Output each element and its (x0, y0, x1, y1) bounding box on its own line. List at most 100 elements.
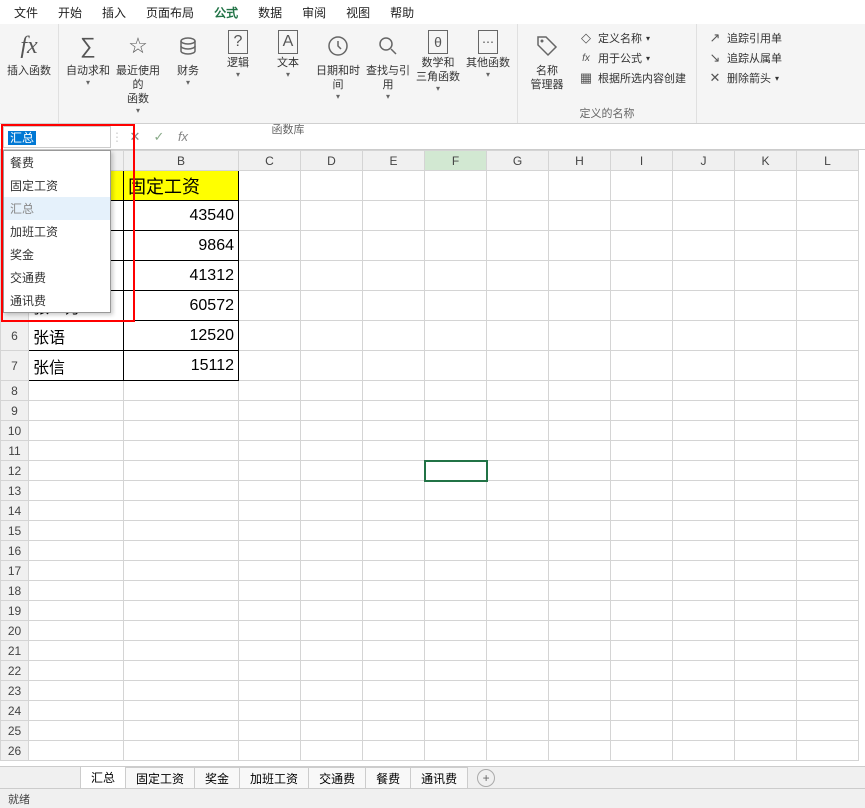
cell[interactable] (487, 661, 549, 681)
cell[interactable] (797, 421, 859, 441)
cell[interactable] (425, 681, 487, 701)
cell[interactable] (487, 461, 549, 481)
cell[interactable] (673, 231, 735, 261)
cell[interactable] (673, 681, 735, 701)
cell[interactable] (425, 501, 487, 521)
cell[interactable] (239, 501, 301, 521)
cell[interactable] (735, 681, 797, 701)
cell[interactable] (797, 701, 859, 721)
menu-item-视图[interactable]: 视图 (336, 1, 380, 24)
cell[interactable] (673, 261, 735, 291)
cell[interactable] (735, 321, 797, 351)
cell[interactable] (673, 351, 735, 381)
column-header[interactable]: L (797, 151, 859, 171)
cell[interactable] (673, 581, 735, 601)
cell[interactable] (425, 291, 487, 321)
cell[interactable] (735, 581, 797, 601)
cell[interactable] (611, 441, 673, 461)
cell[interactable] (301, 321, 363, 351)
cell[interactable] (239, 261, 301, 291)
sheet-tab[interactable]: 交通费 (308, 767, 366, 789)
cell[interactable] (124, 521, 239, 541)
remove-arrows-button[interactable]: ✕ 删除箭头 ▾ (707, 70, 782, 86)
cell[interactable] (549, 441, 611, 461)
cell[interactable] (363, 321, 425, 351)
cell[interactable] (301, 601, 363, 621)
column-header[interactable]: H (549, 151, 611, 171)
cell[interactable] (487, 231, 549, 261)
cell[interactable] (549, 421, 611, 441)
cell[interactable]: 固定工资 (124, 171, 239, 201)
cell[interactable] (487, 721, 549, 741)
cell[interactable] (301, 681, 363, 701)
cell[interactable] (549, 321, 611, 351)
financial-button[interactable]: 财务 ▾ (163, 26, 213, 119)
cell[interactable] (29, 441, 124, 461)
cell[interactable] (611, 481, 673, 501)
cell[interactable] (301, 581, 363, 601)
cell[interactable] (797, 321, 859, 351)
cell[interactable] (301, 261, 363, 291)
cell[interactable] (487, 201, 549, 231)
cell[interactable] (239, 521, 301, 541)
row-header[interactable]: 9 (1, 401, 29, 421)
cell[interactable] (239, 641, 301, 661)
cell[interactable] (301, 461, 363, 481)
cell[interactable] (487, 351, 549, 381)
cell[interactable] (549, 701, 611, 721)
cell[interactable] (549, 741, 611, 761)
cell[interactable] (301, 381, 363, 401)
cell[interactable] (29, 721, 124, 741)
cell[interactable] (673, 381, 735, 401)
row-header[interactable]: 10 (1, 421, 29, 441)
cancel-formula-button[interactable]: ✕ (123, 129, 147, 145)
menu-item-文件[interactable]: 文件 (4, 1, 48, 24)
cell[interactable] (797, 501, 859, 521)
cell[interactable] (797, 231, 859, 261)
cell[interactable] (735, 291, 797, 321)
column-header[interactable]: I (611, 151, 673, 171)
column-header[interactable]: G (487, 151, 549, 171)
cell[interactable] (239, 561, 301, 581)
cell[interactable] (239, 601, 301, 621)
dropdown-item[interactable]: 餐费 (4, 151, 110, 174)
cell[interactable] (425, 401, 487, 421)
cell[interactable] (673, 721, 735, 741)
dropdown-item[interactable]: 加班工资 (4, 220, 110, 243)
other-functions-button[interactable]: ⋯ 其他函数 ▾ (463, 26, 513, 119)
cell[interactable] (239, 421, 301, 441)
cell[interactable] (611, 351, 673, 381)
cell[interactable] (425, 561, 487, 581)
cell[interactable] (124, 461, 239, 481)
menu-item-插入[interactable]: 插入 (92, 1, 136, 24)
cell[interactable] (124, 681, 239, 701)
cell[interactable] (549, 261, 611, 291)
cell[interactable] (735, 231, 797, 261)
create-from-selection-button[interactable]: ▦ 根据所选内容创建 (578, 70, 686, 86)
cell[interactable] (797, 171, 859, 201)
cell[interactable] (487, 501, 549, 521)
cell[interactable] (363, 401, 425, 421)
cell[interactable] (549, 401, 611, 421)
cell[interactable]: 张信 (29, 351, 124, 381)
cell[interactable] (673, 521, 735, 541)
cell[interactable] (425, 231, 487, 261)
cell[interactable] (363, 681, 425, 701)
cell[interactable] (425, 661, 487, 681)
cell[interactable] (487, 261, 549, 291)
cell[interactable] (611, 231, 673, 261)
cell[interactable] (487, 621, 549, 641)
cell[interactable] (549, 681, 611, 701)
cell[interactable] (239, 171, 301, 201)
cell[interactable] (611, 641, 673, 661)
cell[interactable] (797, 681, 859, 701)
cell[interactable] (363, 291, 425, 321)
cell[interactable] (549, 601, 611, 621)
cell[interactable] (673, 601, 735, 621)
cell[interactable] (797, 291, 859, 321)
cell[interactable] (124, 661, 239, 681)
cell[interactable] (735, 261, 797, 291)
cell[interactable] (611, 741, 673, 761)
cell[interactable] (29, 541, 124, 561)
cell[interactable] (29, 481, 124, 501)
